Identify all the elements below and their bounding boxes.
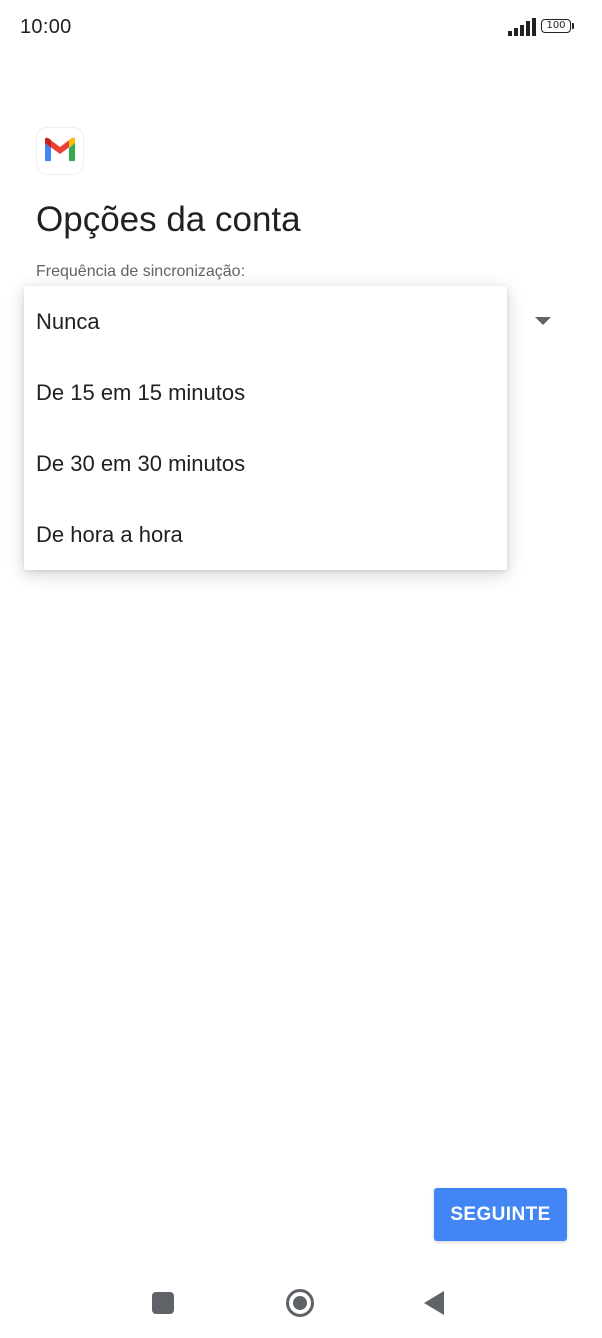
back-icon[interactable] bbox=[423, 1290, 445, 1316]
navigation-bar bbox=[0, 1270, 602, 1338]
page-title: Opções da conta bbox=[36, 200, 301, 239]
gmail-icon bbox=[37, 128, 83, 174]
sync-frequency-dropdown: Nunca De 15 em 15 minutos De 30 em 30 mi… bbox=[24, 286, 507, 570]
option-hourly[interactable]: De hora a hora bbox=[24, 499, 507, 570]
home-icon[interactable] bbox=[285, 1288, 315, 1318]
battery-icon: 100 bbox=[541, 19, 574, 35]
status-bar: 10:00 100 bbox=[0, 0, 602, 56]
option-30-minutes[interactable]: De 30 em 30 minutos bbox=[24, 428, 507, 499]
sync-frequency-label: Frequência de sincronização: bbox=[36, 263, 246, 280]
status-time: 10:00 bbox=[20, 16, 72, 38]
option-never[interactable]: Nunca bbox=[24, 286, 507, 357]
battery-level: 100 bbox=[541, 19, 571, 33]
option-15-minutes[interactable]: De 15 em 15 minutos bbox=[24, 357, 507, 428]
chevron-down-icon[interactable] bbox=[535, 317, 551, 325]
signal-icon bbox=[508, 18, 536, 36]
next-button[interactable]: SEGUINTE bbox=[434, 1188, 567, 1241]
recent-apps-icon[interactable] bbox=[152, 1292, 174, 1314]
